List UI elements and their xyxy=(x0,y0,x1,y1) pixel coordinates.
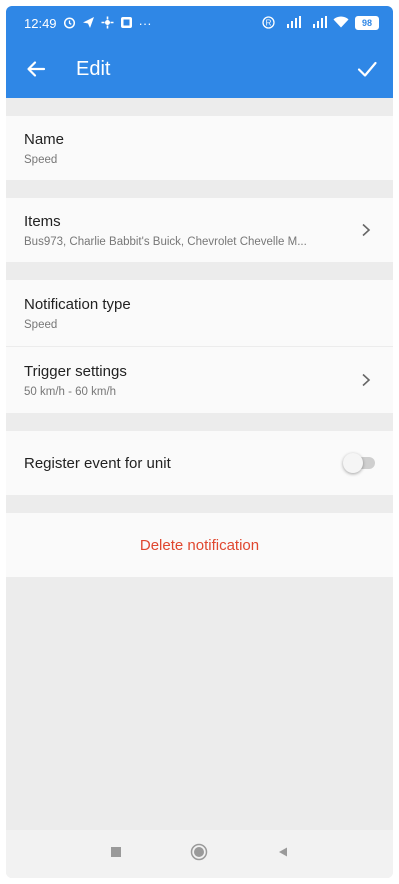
app-bar: Edit xyxy=(6,40,393,98)
page-title: Edit xyxy=(76,57,111,80)
notification-type-value: Speed xyxy=(24,318,58,331)
alarm-icon xyxy=(63,16,76,31)
toggle-knob xyxy=(343,453,363,473)
more-notifications: ··· xyxy=(138,15,152,31)
items-value: Bus973, Charlie Babbit's Buick, Chevrole… xyxy=(24,235,307,248)
trigger-settings-label: Trigger settings xyxy=(24,362,127,380)
recents-button[interactable] xyxy=(110,845,122,863)
signal-icon xyxy=(307,16,327,30)
register-event-row: Register event for unit xyxy=(6,431,393,495)
section-spacer xyxy=(6,495,393,513)
status-bar: 12:49 ··· R 98 xyxy=(6,6,393,40)
save-button[interactable] xyxy=(355,57,379,81)
phone-screen: 12:49 ··· R 98 Edit Name Speed Items Bus… xyxy=(6,6,393,878)
section-spacer xyxy=(6,262,393,280)
circle-icon xyxy=(191,843,208,860)
name-value: Speed xyxy=(24,153,58,166)
app-icon xyxy=(120,16,133,31)
chevron-right-icon xyxy=(357,371,375,389)
trigger-settings-value: 50 km/h - 60 km/h xyxy=(24,385,117,398)
register-event-label: Register event for unit xyxy=(24,454,171,472)
register-event-toggle[interactable] xyxy=(343,453,375,473)
name-label: Name xyxy=(24,130,65,148)
system-nav-bar xyxy=(6,830,393,878)
status-right: R 98 xyxy=(262,15,379,31)
arrow-left-icon xyxy=(27,61,46,77)
home-button[interactable] xyxy=(190,843,208,866)
delete-notification-button[interactable]: Delete notification xyxy=(6,513,393,577)
app-icon xyxy=(101,16,114,31)
chevron-right-icon xyxy=(357,221,375,239)
section-spacer xyxy=(6,413,393,431)
section-spacer xyxy=(6,180,393,198)
svg-text:R: R xyxy=(266,18,272,27)
wifi-icon xyxy=(333,16,349,30)
battery-icon: 98 xyxy=(355,16,379,30)
signal-icon xyxy=(281,16,301,30)
items-label: Items xyxy=(24,212,61,230)
notification-type-row[interactable]: Notification type Speed xyxy=(6,280,393,346)
square-icon xyxy=(111,847,122,857)
status-left: 12:49 ··· xyxy=(24,16,152,31)
registered-icon: R xyxy=(262,15,275,31)
notification-type-label: Notification type xyxy=(24,295,131,313)
triangle-left-icon xyxy=(278,847,287,857)
back-button[interactable] xyxy=(24,57,48,81)
name-row[interactable]: Name Speed xyxy=(6,116,393,180)
trigger-settings-row[interactable]: Trigger settings 50 km/h - 60 km/h xyxy=(6,347,393,413)
items-row[interactable]: Items Bus973, Charlie Babbit's Buick, Ch… xyxy=(6,198,393,262)
screen-frame: 12:49 ··· R 98 Edit Name Speed Items Bus… xyxy=(0,0,399,884)
send-icon xyxy=(82,16,95,31)
check-icon xyxy=(357,61,377,77)
clock: 12:49 xyxy=(24,15,57,31)
back-nav-button[interactable] xyxy=(277,845,289,863)
section-spacer xyxy=(6,98,393,116)
